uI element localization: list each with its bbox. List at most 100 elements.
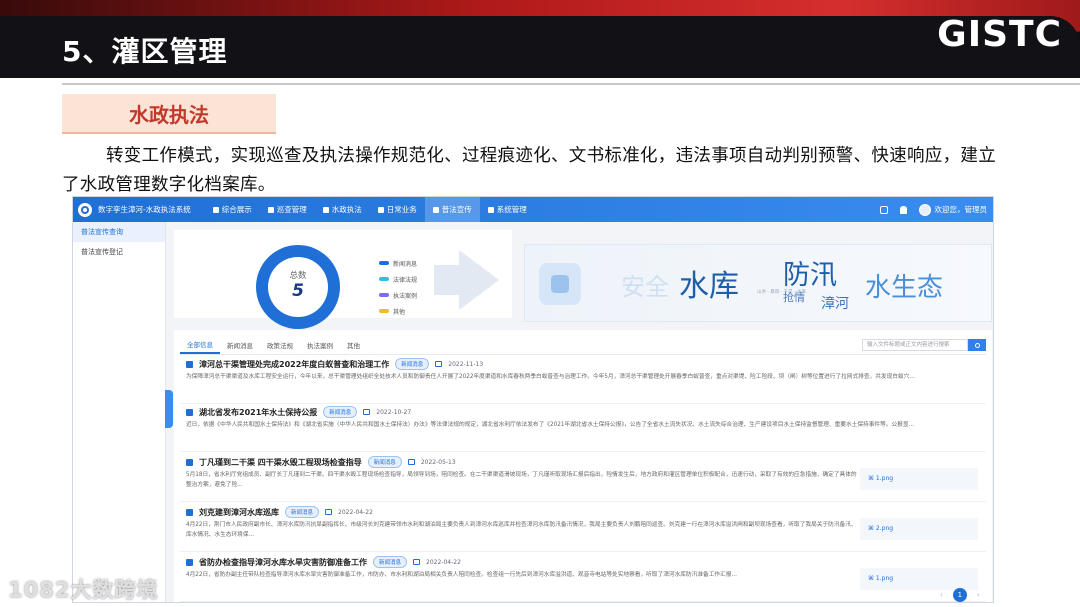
sidebar: 普法宣传查询 普法宣传登记 (73, 222, 166, 602)
slide-title: 5、灌区管理 (62, 35, 228, 68)
shield-icon (322, 206, 329, 213)
total-label: 总数 (289, 271, 307, 281)
app-title: 数字孪生漳河-水政执法系统 (98, 205, 191, 214)
total-value: 5 (292, 281, 304, 301)
megaphone-icon (432, 206, 439, 213)
tab-policy[interactable]: 政策法规 (260, 336, 300, 354)
legend-item: 法律法规 (379, 271, 417, 287)
banner-word: 抢情 (783, 291, 805, 304)
item-tag: 新闻消息 (367, 456, 402, 468)
tab-other[interactable]: 其他 (340, 336, 367, 354)
legend-label: 法律法规 (393, 276, 418, 284)
item-title[interactable]: 湖北省发布2021年水土保持公报 (199, 407, 317, 418)
nav-label: 普法宣传 (441, 205, 472, 214)
search-input[interactable]: 输入文件标题或正文内容进行搜索 (862, 339, 968, 351)
legend-item: 新闻消息 (379, 255, 417, 271)
attachment-name: 1.png (875, 575, 894, 582)
location-icon (267, 206, 274, 213)
list-item[interactable]: 湖北省发布2021年水土保持公报 新闻消息 2022-10-27 近日，依据《中华人… (180, 404, 986, 452)
paperclip-icon: ⌘ (868, 475, 876, 482)
section-label-box: 水政执法 (62, 94, 276, 134)
page-current[interactable]: 1 (952, 588, 967, 602)
section-description: 转变工作模式，实现巡查及执法操作规范化、过程痕迹化、文书标准化，违法事项自动判别… (62, 146, 996, 195)
paperclip-icon: ⌘ (868, 525, 876, 532)
item-summary: 4月22日，省防办副主任带队检查指导漳河水库水旱灾害防御准备工作，市防办、市水利… (186, 572, 737, 578)
attachment-name: 2.png (875, 525, 894, 532)
sidebar-item-register[interactable]: 普法宣传登记 (73, 242, 165, 262)
list-item[interactable]: 刘克建到漳河水库巡库 新闻消息 2022-04-22 4月22日，荆门市人民政府副市… (180, 504, 986, 552)
bell-icon[interactable] (899, 205, 907, 214)
attachment-link[interactable]: ⌘ 1.png (860, 568, 978, 590)
calendar-icon (407, 459, 415, 465)
item-summary: 5月18日，省水利厅党组成员、副厅长丁凡瑾到二干渠、四干渠水毁工程现场检查指导，… (186, 472, 857, 488)
stats-card: 总数 5 新闻消息 法律法规 执法案例 其他 (174, 230, 512, 329)
banner-word: 漳河 (821, 296, 849, 312)
gear-icon (487, 206, 494, 213)
search-button[interactable] (968, 339, 986, 351)
item-title[interactable]: 漳河总干渠管理处完成2022年度白蚁普查和治理工作 (199, 359, 389, 370)
sidebar-item-query[interactable]: 普法宣传查询 (73, 222, 165, 242)
gistc-logo: GISTC (937, 14, 1062, 55)
item-title[interactable]: 省防办检查指导漳河水库水旱灾害防御准备工作 (199, 557, 367, 568)
attachment-link[interactable]: ⌘ 1.png (860, 468, 978, 490)
nav-item-daily[interactable]: 日常业务 (370, 197, 425, 222)
banner-word: 安全 (621, 273, 669, 301)
item-date: 2022-04-22 (426, 558, 461, 566)
total-donut: 总数 5 (256, 245, 340, 329)
nav-label: 巡查管理 (276, 205, 307, 214)
item-tag: 新闻消息 (323, 406, 358, 418)
banner-word: 防汛 (783, 260, 837, 291)
app-top-bar: 数字孪生漳河-水政执法系统 综合展示 巡查管理 水政执法 日常业务 普法宣传 系… (73, 197, 993, 222)
nav-label: 综合展示 (221, 205, 252, 214)
nav-item-system[interactable]: 系统管理 (480, 197, 535, 222)
item-title[interactable]: 刘克建到漳河水库巡库 (199, 507, 279, 518)
category-tabs: 全部信息 新闻消息 政策法规 执法案例 其他 (180, 336, 367, 354)
search-icon (974, 342, 980, 348)
sidebar-collapse-handle[interactable] (165, 390, 173, 428)
fullscreen-icon[interactable] (879, 205, 888, 214)
list-item[interactable]: 省防办检查指导漳河水库水旱灾害防御准备工作 新闻消息 2022-04-22 4月22… (180, 554, 986, 602)
nav-label: 系统管理 (496, 205, 527, 214)
legend-swatch (379, 293, 389, 297)
nav-item-enforcement[interactable]: 水政执法 (315, 197, 370, 222)
tab-all[interactable]: 全部信息 (180, 336, 220, 354)
item-date: 2022-10-27 (376, 408, 412, 416)
arrow-head-decoration (459, 250, 499, 310)
briefcase-icon (377, 206, 384, 213)
grid-icon (212, 206, 219, 213)
slide-header: 5、灌区管理 GISTC (0, 0, 1080, 78)
document-icon (186, 558, 193, 566)
user-menu[interactable]: 欢迎您，管理员 (918, 203, 988, 216)
banner-word: 水库 (679, 269, 739, 304)
item-title[interactable]: 丁凡瑾到二干渠 四干渠水毁工程现场检查指导 (199, 457, 362, 468)
avatar (918, 203, 931, 216)
legend-label: 执法案例 (393, 292, 418, 300)
pagination: ‹ 1 › (940, 588, 980, 602)
main-content: 总数 5 新闻消息 法律法规 执法案例 其他 安全 水库 防汛 山洪 · 暴雨 … (174, 230, 992, 602)
tab-cases[interactable]: 执法案例 (300, 336, 340, 354)
nav-item-publicity[interactable]: 普法宣传 (424, 197, 480, 222)
attachment-link[interactable]: ⌘ 2.png (860, 518, 978, 540)
tab-news[interactable]: 新闻消息 (220, 336, 260, 354)
user-label: 欢迎您，管理员 (934, 205, 988, 214)
watermark: 1082大数跨境 (8, 578, 159, 602)
section-label: 水政执法 (129, 102, 209, 127)
item-tag: 新闻消息 (285, 506, 320, 518)
legend-swatch (379, 261, 389, 265)
prev-page-icon[interactable]: ‹ (940, 591, 943, 599)
nav-label: 水政执法 (331, 205, 362, 214)
document-icon (186, 508, 193, 516)
app-toolbar-right: 欢迎您，管理员 (879, 197, 988, 222)
legend-swatch (379, 309, 389, 313)
list-item[interactable]: 丁凡瑾到二干渠 四干渠水毁工程现场检查指导 新闻消息 2022-05-13 5月18… (180, 454, 986, 502)
attachment-name: 1.png (875, 475, 894, 482)
list-item[interactable]: 漳河总干渠管理处完成2022年度白蚁普查和治理工作 新闻消息 2022-11-13 … (180, 356, 986, 404)
slide: 5、灌区管理 GISTC 水政执法 转变工作模式，实现巡查及执法操作规范化、过程… (0, 0, 1080, 607)
calendar-icon (435, 361, 443, 367)
nav-item-patrol[interactable]: 巡查管理 (260, 197, 315, 222)
paperclip-icon: ⌘ (868, 575, 876, 582)
calendar-icon (325, 509, 333, 515)
next-page-icon[interactable]: › (977, 591, 980, 599)
app-logo-icon (78, 202, 92, 217)
nav-item-overview[interactable]: 综合展示 (205, 197, 260, 222)
